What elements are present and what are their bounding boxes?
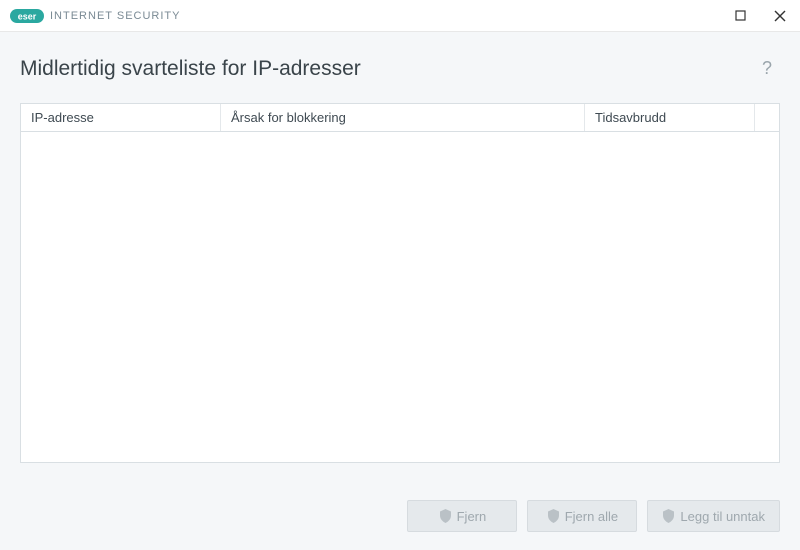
add-exception-button-label: Legg til unntak — [680, 509, 765, 524]
remove-all-button-label: Fjern alle — [565, 509, 618, 524]
help-icon: ? — [762, 58, 772, 78]
close-icon — [774, 10, 786, 22]
help-button[interactable]: ? — [754, 54, 780, 83]
page-title: Midlertidig svarteliste for IP-adresser — [20, 57, 361, 81]
table-header-row: IP-adresse Årsak for blokkering Tidsavbr… — [21, 104, 779, 132]
content-area: IP-adresse Årsak for blokkering Tidsavbr… — [0, 91, 800, 463]
maximize-icon — [735, 10, 746, 21]
shield-icon — [439, 509, 452, 523]
table-body — [21, 132, 779, 462]
blacklist-table: IP-adresse Årsak for blokkering Tidsavbr… — [20, 103, 780, 463]
column-header-extra — [755, 104, 779, 131]
eset-logo-icon: eser — [10, 9, 44, 23]
remove-all-button[interactable]: Fjern alle — [527, 500, 637, 532]
product-name: INTERNET SECURITY — [50, 10, 180, 22]
titlebar: eser INTERNET SECURITY — [0, 0, 800, 32]
column-header-reason[interactable]: Årsak for blokkering — [221, 104, 585, 131]
footer-actions: Fjern Fjern alle Legg til unntak — [0, 488, 800, 550]
remove-button-label: Fjern — [457, 509, 487, 524]
close-button[interactable] — [760, 0, 800, 32]
maximize-button[interactable] — [720, 0, 760, 32]
brand-logo: eser INTERNET SECURITY — [10, 9, 180, 23]
column-header-ip[interactable]: IP-adresse — [21, 104, 221, 131]
remove-button[interactable]: Fjern — [407, 500, 517, 532]
svg-text:eser: eser — [18, 11, 37, 21]
page-header: Midlertidig svarteliste for IP-adresser … — [0, 32, 800, 91]
column-header-timeout[interactable]: Tidsavbrudd — [585, 104, 755, 131]
shield-icon — [547, 509, 560, 523]
shield-icon — [662, 509, 675, 523]
add-exception-button[interactable]: Legg til unntak — [647, 500, 780, 532]
